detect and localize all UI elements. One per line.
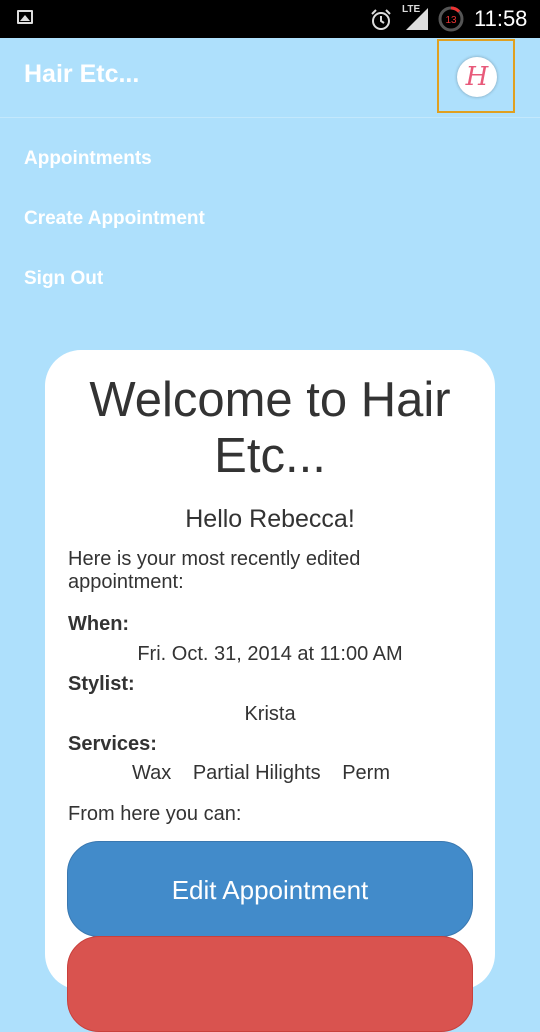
clock-time: 11:58 — [474, 6, 528, 31]
status-bar: LTE 13 11:58 — [0, 0, 540, 38]
stylist-label: Stylist: — [68, 673, 135, 695]
signal-strength-icon — [406, 8, 428, 30]
service-item: Perm — [342, 762, 391, 784]
stylist-value: Krista — [244, 703, 296, 725]
greeting: Hello Rebecca! — [185, 505, 355, 533]
when-label: When: — [68, 613, 130, 635]
logo-button[interactable]: H — [437, 39, 515, 113]
battery-level: 13 — [445, 15, 457, 26]
services-list: Wax Partial Hilights Perm — [132, 762, 406, 785]
alarm-clock-icon — [371, 9, 391, 30]
delete-appointment-button[interactable] — [67, 936, 473, 1032]
battery-icon: 13 — [438, 6, 464, 32]
recent-appointment-intro: Here is your most recently edited appoin… — [68, 548, 361, 593]
service-item: Partial Hilights — [192, 762, 321, 784]
service-item: Wax — [132, 762, 172, 784]
edit-appointment-button[interactable]: Edit Appointment — [67, 841, 473, 937]
nav-item-create-appointment[interactable]: Create Appointment — [24, 208, 205, 230]
header-divider — [0, 117, 540, 118]
welcome-heading: Welcome to Hair Etc... — [89, 373, 451, 483]
hair-etc-logo-icon: H — [457, 57, 497, 97]
app-title: Hair Etc... — [24, 60, 140, 88]
nav-item-appointments[interactable]: Appointments — [24, 148, 152, 170]
from-here-text: From here you can: — [68, 803, 242, 825]
welcome-card: Welcome to Hair Etc... Hello Rebecca! He… — [45, 350, 495, 1032]
services-label: Services: — [68, 733, 157, 755]
image-notification-icon — [17, 10, 33, 24]
nav-item-sign-out[interactable]: Sign Out — [24, 268, 103, 290]
when-value: Fri. Oct. 31, 2014 at 11:00 AM — [137, 643, 403, 665]
